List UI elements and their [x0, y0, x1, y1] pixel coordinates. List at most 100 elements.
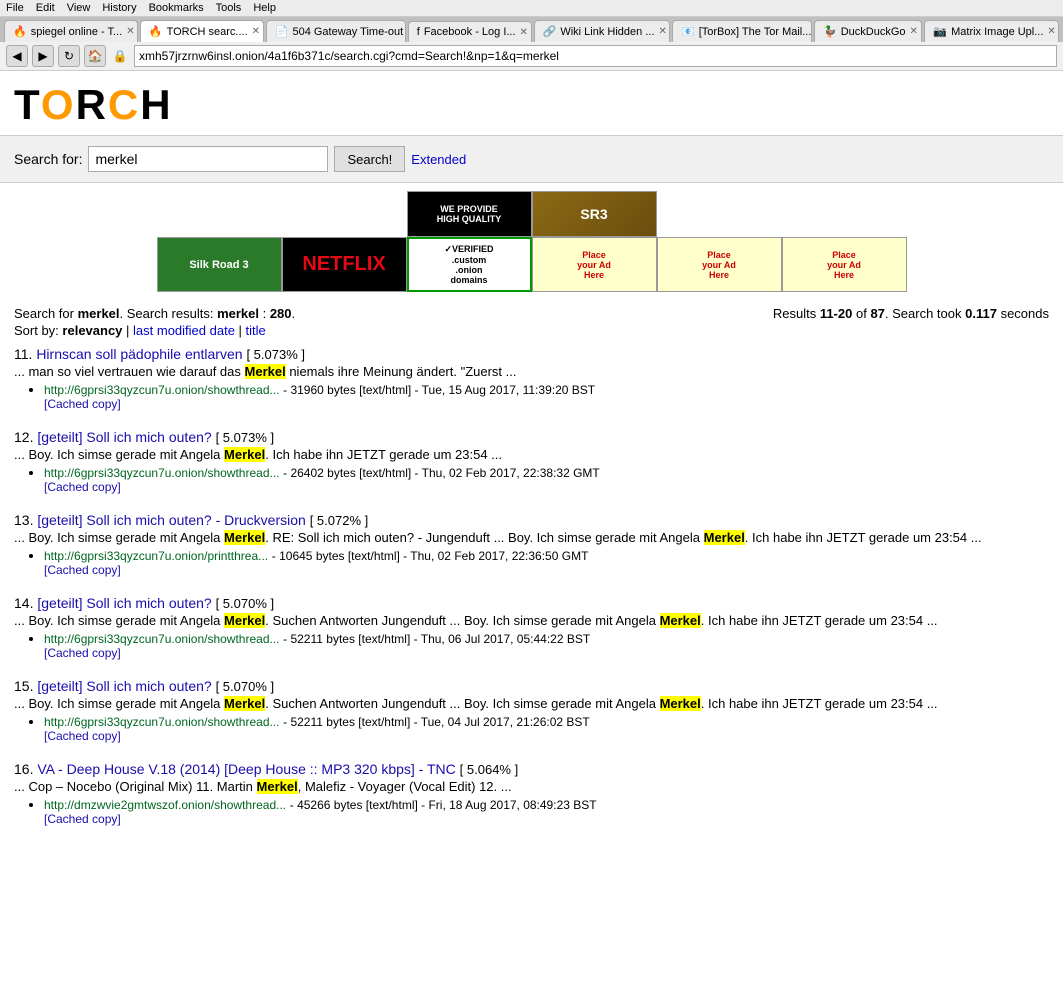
result-score-13: [ 5.072% ]	[310, 513, 369, 528]
result-snippet-12: ... Boy. Ich simse gerade mit Angela Mer…	[14, 447, 1049, 462]
result-item-13: 13. [geteilt] Soll ich mich outen? - Dru…	[14, 512, 1049, 577]
result-url-13[interactable]: http://6gprsi33qyzcun7u.onion/printthrea…	[44, 549, 268, 563]
tab-torch[interactable]: 🔥 TORCH searc.... ✕	[140, 20, 264, 42]
result-item-14: 14. [geteilt] Soll ich mich outen? [ 5.0…	[14, 595, 1049, 660]
tab-spiegel[interactable]: 🔥 spiegel online - T... ✕	[4, 20, 138, 42]
result-url-11[interactable]: http://6gprsi33qyzcun7u.onion/showthread…	[44, 383, 280, 397]
logo-o: O	[41, 81, 76, 128]
logo-area: TORCH	[0, 71, 1063, 135]
page-content: TORCH Search for: Search! Extended WE PR…	[0, 71, 1063, 826]
result-url-16[interactable]: http://dmzwvie2gmtwszof.onion/showthread…	[44, 798, 286, 812]
tab-facebook[interactable]: f Facebook - Log I... ✕	[408, 21, 532, 42]
tab-label: [TorBox] The Tor Mail...	[699, 26, 812, 38]
forward-button[interactable]: ▶	[32, 45, 54, 67]
result-title-11: 11. Hirnscan soll pädophile entlarven [ …	[14, 346, 1049, 362]
tab-close-icon[interactable]: ✕	[659, 26, 667, 37]
address-input[interactable]	[134, 45, 1057, 67]
extended-link[interactable]: Extended	[411, 152, 466, 167]
tab-close-icon[interactable]: ✕	[126, 26, 134, 37]
tab-icon: 📷	[933, 25, 947, 38]
result-item-15: 15. [geteilt] Soll ich mich outen? [ 5.0…	[14, 678, 1049, 743]
tab-close-icon[interactable]: ✕	[252, 26, 260, 37]
ad-silkroad[interactable]: Silk Road 3	[157, 237, 282, 292]
result-item-16: 16. VA - Deep House V.18 (2014) [Deep Ho…	[14, 761, 1049, 826]
result-url-12[interactable]: http://6gprsi33qyzcun7u.onion/showthread…	[44, 466, 280, 480]
logo-c: C	[108, 81, 140, 128]
torch-logo: TORCH	[14, 81, 173, 129]
result-item-11: 11. Hirnscan soll pädophile entlarven [ …	[14, 346, 1049, 411]
ad-netflix[interactable]: NETFLIX	[282, 237, 407, 292]
search-button[interactable]: Search!	[334, 146, 405, 172]
menu-history[interactable]: History	[102, 2, 136, 14]
ad-sr3[interactable]: SR3	[532, 191, 657, 237]
result-snippet-14: ... Boy. Ich simse gerade mit Angela Mer…	[14, 613, 1049, 628]
ads-top-row: WE PROVIDEHIGH QUALITY SR3	[407, 191, 657, 237]
search-input[interactable]	[88, 146, 328, 172]
result-title-14: 14. [geteilt] Soll ich mich outen? [ 5.0…	[14, 595, 1049, 611]
tab-close-icon[interactable]: ✕	[520, 27, 528, 38]
ad-place-3[interactable]: Placeyour AdHere	[782, 237, 907, 292]
menu-help[interactable]: Help	[253, 2, 276, 14]
tab-icon: 📄	[275, 25, 289, 38]
result-link-16[interactable]: VA - Deep House V.18 (2014) [Deep House …	[37, 761, 455, 777]
result-number-11: 11.	[14, 346, 36, 362]
results-info-right: Results 11-20 of 87. Search took 0.117 s…	[773, 306, 1049, 321]
result-meta-11: - 31960 bytes [text/html] - Tue, 15 Aug …	[283, 383, 595, 397]
address-bar-row: ◀ ▶ ↻ 🏠 🔒	[0, 42, 1063, 71]
tab-duckduckgo[interactable]: 🦆 DuckDuckGo ✕	[814, 20, 922, 42]
result-link-11[interactable]: Hirnscan soll pädophile entlarven	[36, 346, 242, 362]
menu-view[interactable]: View	[67, 2, 91, 14]
back-button[interactable]: ◀	[6, 45, 28, 67]
ad-onion-domains[interactable]: ✓VERIFIED.custom.oniondomains	[407, 237, 532, 292]
results-info-left: Search for merkel. Search results: merke…	[14, 306, 295, 321]
result-number-12: 12.	[14, 429, 37, 445]
tab-icon: 🔥	[149, 25, 163, 38]
cached-copy-12[interactable]: [Cached copy]	[44, 480, 1049, 494]
cached-copy-13[interactable]: [Cached copy]	[44, 563, 1049, 577]
tab-close-icon[interactable]: ✕	[910, 26, 918, 37]
tab-504[interactable]: 📄 504 Gateway Time-out ✕	[266, 20, 406, 42]
highlight: Merkel	[224, 447, 265, 462]
search-bar-area: Search for: Search! Extended	[0, 135, 1063, 183]
ads-banner: WE PROVIDEHIGH QUALITY SR3 Silk Road 3 N…	[0, 191, 1063, 292]
ad-weprovide[interactable]: WE PROVIDEHIGH QUALITY	[407, 191, 532, 237]
ad-place-2[interactable]: Placeyour AdHere	[657, 237, 782, 292]
result-meta-12: - 26402 bytes [text/html] - Thu, 02 Feb …	[283, 466, 600, 480]
menu-file[interactable]: File	[6, 2, 24, 14]
result-score-12: [ 5.073% ]	[216, 430, 275, 445]
menu-edit[interactable]: Edit	[36, 2, 55, 14]
result-snippet-15: ... Boy. Ich simse gerade mit Angela Mer…	[14, 696, 1049, 711]
tab-wiki[interactable]: 🔗 Wiki Link Hidden ... ✕	[534, 20, 670, 42]
highlight: Merkel	[257, 779, 298, 794]
tab-icon: f	[417, 26, 420, 38]
tab-label: Facebook - Log I...	[424, 26, 516, 38]
cached-copy-15[interactable]: [Cached copy]	[44, 729, 1049, 743]
tab-matrix[interactable]: 📷 Matrix Image Upl... ✕	[924, 20, 1059, 42]
menu-tools[interactable]: Tools	[216, 2, 242, 14]
logo-r: R	[76, 81, 108, 128]
tab-torbox[interactable]: 📧 [TorBox] The Tor Mail... ✕	[672, 20, 812, 42]
result-url-14[interactable]: http://6gprsi33qyzcun7u.onion/showthread…	[44, 632, 280, 646]
menu-bookmarks[interactable]: Bookmarks	[149, 2, 204, 14]
result-meta-14: - 52211 bytes [text/html] - Thu, 06 Jul …	[283, 632, 590, 646]
result-title-16: 16. VA - Deep House V.18 (2014) [Deep Ho…	[14, 761, 1049, 777]
highlight: Merkel	[224, 530, 265, 545]
cached-copy-16[interactable]: [Cached copy]	[44, 812, 1049, 826]
cached-copy-14[interactable]: [Cached copy]	[44, 646, 1049, 660]
sort-title-link[interactable]: title	[246, 323, 266, 338]
tab-icon: 🦆	[823, 25, 837, 38]
tab-close-icon[interactable]: ✕	[1047, 26, 1055, 37]
home-button[interactable]: 🏠	[84, 45, 106, 67]
ad-place-1[interactable]: Placeyour AdHere	[532, 237, 657, 292]
result-link-12[interactable]: [geteilt] Soll ich mich outen?	[37, 429, 211, 445]
result-link-15[interactable]: [geteilt] Soll ich mich outen?	[37, 678, 211, 694]
sort-last-modified-link[interactable]: last modified date	[133, 323, 235, 338]
logo-h: H	[140, 81, 172, 128]
logo-t: T	[14, 81, 41, 128]
reload-button[interactable]: ↻	[58, 45, 80, 67]
tab-icon: 🔥	[13, 25, 27, 38]
result-url-15[interactable]: http://6gprsi33qyzcun7u.onion/showthread…	[44, 715, 280, 729]
result-link-14[interactable]: [geteilt] Soll ich mich outen?	[37, 595, 211, 611]
result-link-13[interactable]: [geteilt] Soll ich mich outen? - Druckve…	[37, 512, 305, 528]
cached-copy-11[interactable]: [Cached copy]	[44, 397, 1049, 411]
